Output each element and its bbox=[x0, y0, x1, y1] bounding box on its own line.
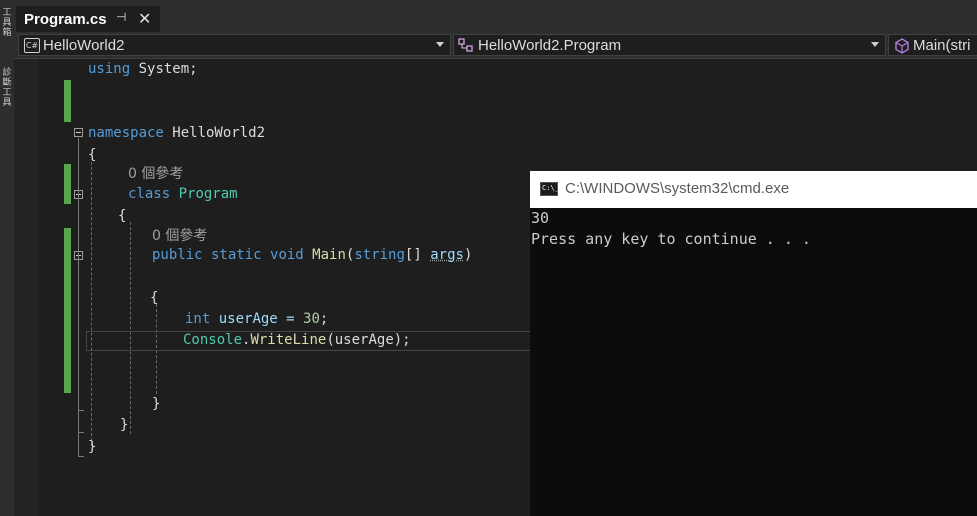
diag-label-1: 診 bbox=[2, 68, 12, 78]
code-line-class: class Program bbox=[128, 186, 238, 202]
code-line-brace: { bbox=[150, 290, 159, 306]
member-dropdown[interactable]: Main(stri bbox=[888, 34, 977, 56]
toolbox-tab[interactable]: 工 具 箱 bbox=[0, 8, 14, 38]
navigation-bar: C# HelloWorld2 HelloWorld2.Program Main(… bbox=[14, 32, 977, 59]
codelens-references-main[interactable]: 0 個參考 bbox=[152, 226, 207, 246]
toolbox-label-3: 箱 bbox=[2, 28, 12, 38]
method-icon bbox=[895, 38, 909, 54]
diagnostic-tools-tab[interactable]: 診 斷 工 具 bbox=[0, 68, 14, 108]
code-line-brace: } bbox=[88, 439, 97, 455]
project-dropdown[interactable]: C# HelloWorld2 bbox=[18, 34, 451, 56]
code-line-main: public static void Main(string[] args) bbox=[152, 247, 473, 263]
change-marker bbox=[64, 80, 71, 122]
code-line-brace: } bbox=[120, 417, 129, 433]
collapse-namespace-icon[interactable] bbox=[74, 128, 83, 137]
class-dropdown-label: HelloWorld2.Program bbox=[478, 37, 622, 54]
tab-program-cs[interactable]: Program.cs ⊣ ✕ bbox=[16, 6, 160, 34]
fold-guide-line bbox=[78, 138, 79, 456]
code-line-namespace: namespace HelloWorld2 bbox=[88, 125, 266, 141]
member-dropdown-label: Main(stri bbox=[913, 37, 971, 54]
fold-end bbox=[78, 410, 84, 411]
console-title-bar[interactable]: C:\_ C:\WINDOWS\system32\cmd.exe bbox=[530, 171, 977, 208]
left-tool-strip: 工 具 箱 診 斷 工 具 bbox=[0, 0, 14, 516]
change-marker bbox=[64, 228, 71, 393]
chevron-down-icon bbox=[436, 42, 444, 47]
code-line-brace: { bbox=[88, 147, 97, 163]
pin-icon[interactable]: ⊣ bbox=[116, 10, 126, 24]
code-line-using: using System; bbox=[88, 61, 198, 77]
chevron-down-icon bbox=[871, 42, 879, 47]
csharp-project-icon: C# bbox=[24, 38, 40, 53]
diag-label-2: 斷 bbox=[2, 78, 12, 88]
console-window[interactable]: C:\_ C:\WINDOWS\system32\cmd.exe 30 Pres… bbox=[530, 171, 977, 516]
change-marker bbox=[64, 164, 71, 204]
class-icon bbox=[458, 38, 473, 52]
class-dropdown[interactable]: HelloWorld2.Program bbox=[453, 34, 886, 56]
code-line-int-decl: int userAge = 30; bbox=[185, 311, 329, 327]
fold-end bbox=[78, 456, 84, 457]
close-icon[interactable]: ✕ bbox=[138, 9, 151, 28]
code-line-brace: { bbox=[118, 208, 127, 224]
project-dropdown-label: HelloWorld2 bbox=[43, 37, 125, 54]
console-output-line: Press any key to continue . . . bbox=[531, 230, 811, 248]
diag-label-4: 具 bbox=[2, 98, 12, 108]
editor-glyph-margin[interactable] bbox=[14, 59, 38, 516]
console-title: C:\WINDOWS\system32\cmd.exe bbox=[565, 180, 790, 197]
toolbox-label-1: 工 bbox=[2, 8, 12, 18]
console-output-line: 30 bbox=[531, 209, 550, 227]
indent-guide bbox=[130, 222, 131, 434]
cmd-icon: C:\_ bbox=[540, 182, 559, 196]
indent-guide bbox=[91, 162, 92, 446]
toolbox-label-2: 具 bbox=[2, 18, 12, 28]
codelens-references-class[interactable]: 0 個參考 bbox=[128, 164, 183, 184]
fold-end bbox=[78, 432, 84, 433]
code-line-brace: } bbox=[152, 396, 161, 412]
tab-title: Program.cs bbox=[24, 11, 107, 28]
code-line-writeline: Console.WriteLine(userAge); bbox=[183, 332, 411, 348]
diag-label-3: 工 bbox=[2, 88, 12, 98]
